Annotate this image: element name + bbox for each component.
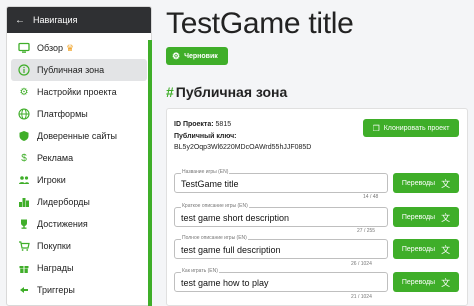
sidebar-item-label: Доверенные сайты — [37, 131, 117, 141]
translations-button[interactable]: Переводы 文 — [393, 239, 459, 259]
project-id-value: 5815 — [215, 121, 232, 128]
shield-icon — [17, 129, 31, 143]
section-title-text: Публичная зона — [175, 84, 288, 100]
trophy-icon — [17, 217, 31, 231]
sidebar-item-leaderboards[interactable]: Лидерборды — [7, 191, 151, 213]
sidebar-item-platforms[interactable]: Платформы — [7, 103, 151, 125]
sidebar-item-label: Лидерборды — [37, 197, 90, 207]
gift-icon — [17, 261, 31, 275]
sidebar-header[interactable]: ← Навигация — [7, 7, 151, 33]
sidebar-item-achievements[interactable]: Достижения — [7, 213, 151, 235]
sidebar-item-label: Покупки — [37, 241, 71, 251]
translations-button[interactable]: Переводы 文 — [393, 173, 459, 193]
nav-list: Обзор ♛ Публичная зона ⚙ Настройки проек… — [7, 33, 151, 301]
trigger-icon — [17, 283, 31, 297]
field-label: Краткое описание игры (EN) — [181, 203, 249, 209]
translations-button[interactable]: Переводы 文 — [393, 272, 459, 292]
field-value: TestGame title — [181, 179, 239, 189]
translations-label: Переводы — [401, 213, 436, 221]
gear-icon: ⚙ — [19, 86, 29, 98]
field-label: Как играть (EN) — [181, 268, 219, 274]
back-arrow-icon[interactable]: ← — [15, 15, 25, 26]
sidebar: ← Навигация Обзор ♛ Публичная зона ⚙ Нас… — [6, 6, 152, 306]
translations-label: Переводы — [401, 179, 436, 187]
sidebar-item-label: Платформы — [37, 109, 88, 119]
clone-project-button[interactable]: ❐ Клонировать проект — [363, 119, 459, 137]
field-value: test game short description — [181, 213, 290, 223]
globe-icon — [17, 107, 31, 121]
sidebar-item-label: Настройки проекта — [37, 87, 117, 97]
how-to-play-field[interactable]: Как играть (EN) test game how to play — [174, 268, 388, 292]
char-counter: 14 / 48 — [363, 194, 379, 200]
translate-icon: 文 — [441, 212, 451, 223]
sidebar-item-public-zone[interactable]: Публичная зона — [11, 59, 147, 81]
field-value: test game full description — [181, 245, 281, 255]
project-id: ID Проекта: 5815 — [174, 121, 231, 128]
public-key-label: Публичный ключ: — [174, 133, 237, 140]
sidebar-item-trusted-sites[interactable]: Доверенные сайты — [7, 125, 151, 147]
translate-icon: 文 — [441, 277, 451, 288]
sidebar-item-label: Триггеры — [37, 285, 75, 295]
clone-button-label: Клонировать проект — [383, 124, 450, 132]
sidebar-item-overview[interactable]: Обзор ♛ — [7, 37, 151, 59]
project-id-label: ID Проекта: — [174, 121, 214, 128]
sidebar-item-label: Реклама — [37, 153, 74, 163]
translations-label: Переводы — [401, 278, 436, 286]
field-label: Название игры (EN) — [181, 169, 230, 175]
sidebar-item-label: Обзор — [37, 43, 63, 53]
sidebar-item-players[interactable]: Игроки — [7, 169, 151, 191]
translations-button[interactable]: Переводы 文 — [393, 207, 459, 227]
page-title: TestGame title — [166, 7, 354, 40]
leaderboard-icon — [17, 195, 31, 209]
short-description-field[interactable]: Краткое описание игры (EN) test game sho… — [174, 203, 388, 227]
section-title: # Публичная зона — [166, 84, 287, 100]
public-zone-card: ID Проекта: 5815 Публичный ключ: BL5y2Oq… — [166, 108, 468, 306]
char-counter: 26 / 1024 — [351, 261, 372, 267]
dollar-icon: $ — [21, 152, 27, 164]
sidebar-item-purchases[interactable]: Покупки — [7, 235, 151, 257]
game-title-field[interactable]: Название игры (EN) TestGame title — [174, 169, 388, 193]
translations-label: Переводы — [401, 245, 436, 253]
crown-icon: ♛ — [66, 42, 75, 53]
gear-icon: ⚙ — [172, 50, 181, 61]
players-icon — [17, 173, 31, 187]
translate-icon: 文 — [441, 244, 451, 255]
sidebar-item-ads[interactable]: $ Реклама — [7, 147, 151, 169]
full-description-field[interactable]: Полное описание игры (EN) test game full… — [174, 235, 388, 259]
sidebar-item-label: Достижения — [37, 219, 88, 229]
sidebar-item-label: Игроки — [37, 175, 66, 185]
public-key-value: BL5y2Oqp3Wl6220MDcOAWrd55hJJF085D — [174, 144, 312, 151]
info-icon — [17, 63, 31, 77]
copy-icon: ❐ — [372, 123, 380, 133]
cart-icon — [17, 239, 31, 253]
draft-button-label: Черновик — [184, 52, 218, 60]
char-counter: 21 / 1024 — [351, 294, 372, 300]
sidebar-item-rewards[interactable]: Награды — [7, 257, 151, 279]
translate-icon: 文 — [441, 178, 451, 189]
field-label: Полное описание игры (EN) — [181, 235, 248, 241]
sidebar-item-project-settings[interactable]: ⚙ Настройки проекта — [7, 81, 151, 103]
accent-bar — [148, 40, 152, 306]
sidebar-item-triggers[interactable]: Триггеры — [7, 279, 151, 301]
sidebar-item-label: Награды — [37, 263, 74, 273]
field-value: test game how to play — [181, 278, 269, 288]
sidebar-item-label: Публичная зона — [37, 65, 105, 75]
monitor-icon — [17, 41, 31, 55]
app-root: ← Навигация Обзор ♛ Публичная зона ⚙ Нас… — [0, 0, 474, 306]
draft-button[interactable]: ⚙ Черновик — [166, 47, 228, 65]
sidebar-header-label: Навигация — [33, 15, 78, 25]
section-hash: # — [166, 84, 174, 100]
char-counter: 27 / 255 — [357, 228, 376, 234]
